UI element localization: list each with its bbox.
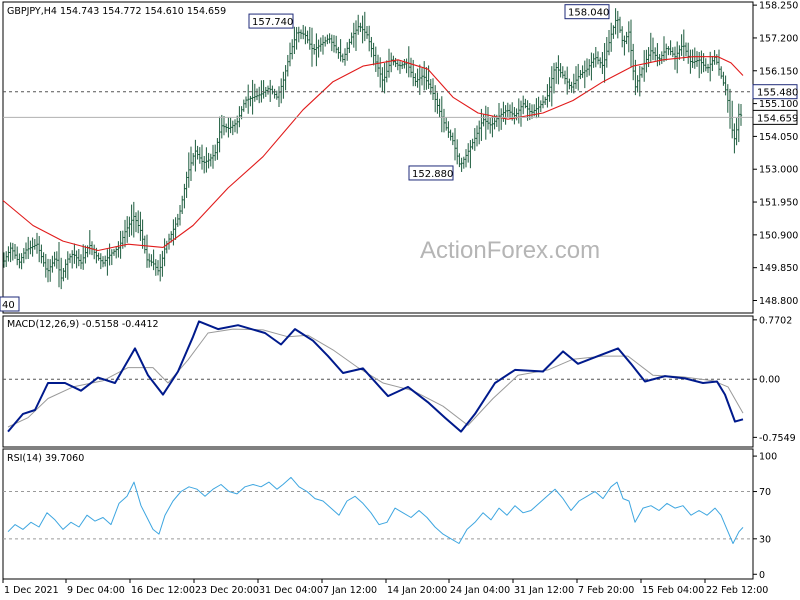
clipped-label: 40 [2,300,15,311]
swing-level-label: 157.740 [252,17,293,28]
price-axis-tick-label: 158.250 [759,1,798,12]
rsi-axis-tick-label: 100 [759,452,777,463]
watermark: ActionForex.com [420,237,600,264]
time-axis-label: 9 Dec 04:00 [67,585,125,596]
current-price-label: 154.659 [757,113,798,124]
swing-level-label: 152.880 [412,169,453,180]
rsi-axis-tick-label: 30 [759,534,771,545]
time-axis-label: 7 Jan 12:00 [323,585,377,596]
price-axis-tick-label: 148.800 [759,296,798,307]
time-axis-label: 31 Jan 12:00 [514,585,574,596]
macd-axis-tick-label: 0.00 [759,375,780,386]
price-axis-tick-label: 154.050 [759,132,798,143]
price-axis-tick-label: 156.150 [759,66,798,77]
price-axis-tick-label: 150.900 [759,230,798,241]
time-axis-label: 31 Dec 04:00 [259,585,323,596]
time-axis-label: 14 Jan 20:00 [387,585,447,596]
swing-level-label: 158.040 [568,8,609,19]
macd-axis-tick-label: -0.7549 [759,433,796,444]
rsi-panel-title: RSI(14) 39.7060 [7,453,84,464]
price-panel-title: GBPJPY,H4 154.743 154.772 154.610 154.65… [7,6,226,17]
horizontal-level-label: 155.480 [757,88,798,99]
price-axis-tick-label: 157.200 [759,33,798,44]
time-axis-label: 1 Dec 2021 [4,585,59,596]
price-axis-tick-label: 155.100 [759,99,798,110]
time-axis-label: 24 Jan 04:00 [450,585,510,596]
price-axis-tick-label: 149.850 [759,263,798,274]
chart: ActionForex.com 155.480 154.659 157.740 158… [0,0,800,600]
chart-background [0,0,800,600]
time-axis-label: 15 Feb 04:00 [642,585,704,596]
price-axis-tick-label: 151.950 [759,198,798,209]
rsi-axis-tick-label: 70 [759,487,771,498]
rsi-axis-tick-label: 0 [759,570,765,581]
time-axis-label: 23 Dec 20:00 [195,585,259,596]
time-axis-label: 16 Dec 12:00 [131,585,195,596]
time-axis-label: 22 Feb 12:00 [706,585,768,596]
macd-axis-tick-label: 0.7702 [759,315,792,326]
price-axis-tick-label: 153.000 [759,165,798,176]
time-axis-label: 7 Feb 20:00 [578,585,634,596]
macd-panel-title: MACD(12,26,9) -0.5158 -0.4412 [7,319,159,330]
